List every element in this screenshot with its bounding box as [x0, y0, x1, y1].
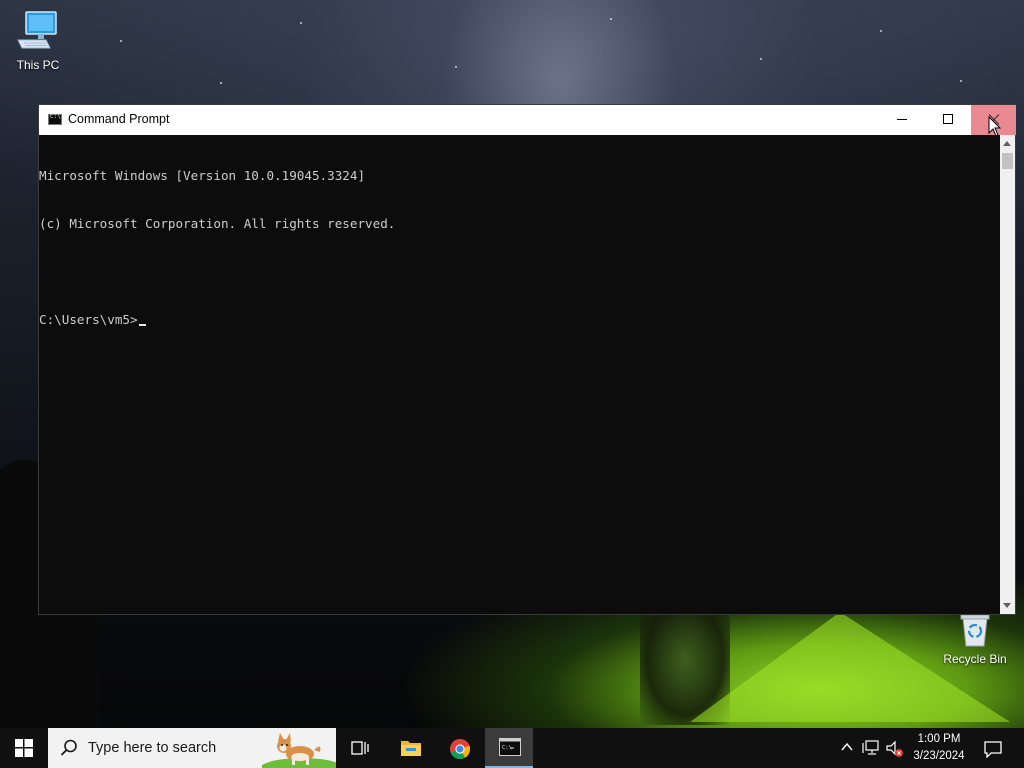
network-tray-button[interactable] [861, 728, 881, 768]
computer-icon [17, 11, 57, 49]
search-icon [60, 739, 77, 756]
chevron-up-icon [841, 742, 853, 751]
wallpaper-star [610, 18, 612, 20]
scroll-up-button[interactable] [1000, 135, 1015, 151]
speaker-muted-icon [886, 740, 903, 757]
desktop-icon-label: Recycle Bin [943, 652, 1007, 666]
volume-tray-button[interactable] [885, 728, 905, 768]
window-titlebar[interactable]: Command Prompt [39, 105, 1016, 135]
scroll-down-button[interactable] [1000, 598, 1015, 614]
wallpaper-star [960, 80, 962, 82]
wallpaper-star [760, 58, 762, 60]
task-view-icon [351, 741, 369, 755]
taskbar-task-view[interactable] [336, 728, 384, 768]
search-placeholder: Type here to search [88, 740, 217, 756]
window-title: Command Prompt [68, 112, 170, 126]
network-icon [862, 740, 879, 755]
minimize-button[interactable] [879, 105, 924, 135]
windows-logo-icon [15, 739, 33, 757]
taskbar-clock[interactable]: 1:00 PM 3/23/2024 [906, 731, 972, 765]
wallpaper-star [455, 66, 457, 68]
wallpaper-star [880, 30, 882, 32]
wallpaper-star [300, 22, 302, 24]
console-line: (c) Microsoft Corporation. All rights re… [39, 216, 396, 231]
scroll-thumb[interactable] [1002, 153, 1013, 169]
desktop-icon-this-pc[interactable]: This PC [0, 10, 76, 72]
console-prompt: C:\Users\vm5> [39, 312, 138, 327]
console-line: Microsoft Windows [Version 10.0.19045.33… [39, 168, 366, 183]
desktop-icon-label: This PC [16, 58, 60, 72]
cmd-app-icon[interactable] [48, 113, 62, 125]
wallpaper-star [120, 40, 122, 42]
taskbar-chrome[interactable] [435, 728, 483, 768]
folder-icon [401, 741, 421, 756]
clock-date: 3/23/2024 [913, 750, 965, 762]
taskbar-command-prompt[interactable]: C:\ [485, 728, 533, 768]
recycle-bin-icon [960, 614, 990, 647]
console-prompt-line: C:\Users\vm5> [39, 312, 999, 328]
wallpaper-star [220, 82, 222, 84]
show-hidden-icons-button[interactable] [838, 728, 856, 768]
action-center-button[interactable] [976, 728, 1010, 768]
notification-icon [984, 741, 1002, 758]
start-button[interactable] [0, 728, 48, 768]
chrome-icon [450, 738, 471, 760]
maximize-button[interactable] [925, 105, 970, 135]
search-highlight-corgi-icon [262, 733, 336, 768]
command-prompt-window[interactable]: Command Prompt Microsoft Windows [Versio… [38, 104, 1016, 615]
text-cursor [138, 324, 146, 326]
desktop-icon-recycle-bin[interactable]: Recycle Bin [937, 612, 1013, 666]
taskbar-search-box[interactable]: Type here to search [48, 728, 336, 768]
taskbar-file-explorer[interactable] [386, 728, 434, 768]
taskbar: Type here to search C:\ 1:00 PM 3/23/202… [0, 728, 1024, 768]
cmd-icon: C:\ [499, 738, 521, 756]
console-output[interactable]: Microsoft Windows [Version 10.0.19045.33… [39, 135, 999, 614]
desktop: This PC Recycle Bin Command Prompt Micro… [0, 0, 1024, 768]
mouse-pointer-icon [988, 116, 1002, 137]
clock-time: 1:00 PM [917, 733, 961, 745]
vertical-scrollbar[interactable] [1000, 135, 1015, 614]
